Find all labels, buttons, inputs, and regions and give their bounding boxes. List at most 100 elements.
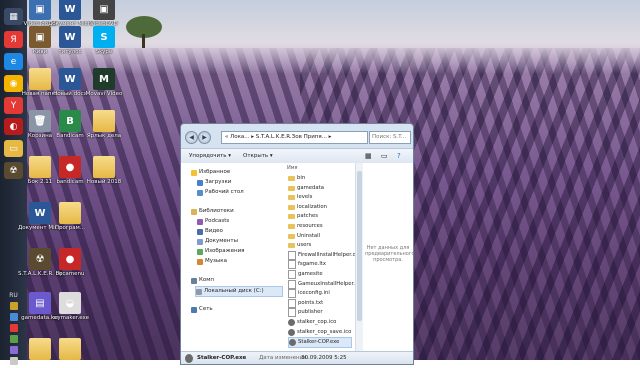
- video-icon: [197, 228, 203, 235]
- navigation-pane: Избранное Загрузки Рабочий стол Библиоте…: [181, 163, 286, 351]
- desktop-icon-2[interactable]: ▣ VideoDVD: [82, 0, 126, 28]
- file-row[interactable]: points.txt: [288, 298, 324, 308]
- nav-computer[interactable]: Комп: [191, 276, 214, 285]
- file-row[interactable]: iceconfig.ini: [288, 289, 330, 299]
- file-list-scrollbar[interactable]: [355, 163, 363, 351]
- file-row[interactable]: Uninstall: [288, 232, 320, 241]
- desktop-icon: [197, 189, 203, 196]
- file-row[interactable]: gamesite: [288, 270, 323, 279]
- folder-icon: [93, 110, 115, 132]
- file-name: FirewallInstallHelper.dll: [298, 251, 359, 258]
- nav-item-label: Podcasts: [205, 218, 230, 224]
- organize-button[interactable]: Упорядочить ▾: [189, 149, 231, 163]
- app-icon: W: [59, 0, 81, 20]
- explorer-app-button[interactable]: ▭: [4, 140, 23, 157]
- file-icon: [288, 308, 296, 318]
- desktop-icon-18[interactable]: ● bocamenu: [48, 248, 92, 278]
- nav-item-podcasts[interactable]: Podcasts: [197, 217, 229, 226]
- nav-item-label: Документы: [205, 238, 238, 244]
- file-row[interactable]: stalker_cop.ico: [288, 318, 336, 327]
- file-name: stalker_cop.ico: [297, 319, 337, 325]
- exe-icon: [289, 339, 296, 347]
- folder-icon: [288, 185, 295, 191]
- address-bar[interactable]: « Лока... ▸ S.T.A.L.K.E.R.Зов Припя... ▸: [221, 131, 368, 144]
- desktop-icon-8[interactable]: M Movavi Video: [82, 68, 126, 98]
- file-name: points.txt: [298, 299, 324, 306]
- file-row[interactable]: stalker_cop_save.ico: [288, 328, 351, 337]
- desktop-icon-label: bocamenu: [55, 271, 85, 277]
- file-row[interactable]: publisher: [288, 308, 323, 318]
- nav-item-local-disk[interactable]: Локальный диск (C:): [195, 286, 283, 297]
- tray-icon[interactable]: [9, 346, 18, 354]
- nav-libraries[interactable]: Библиотеки: [191, 207, 234, 216]
- file-row[interactable]: levels: [288, 193, 312, 202]
- desktop-icon-20[interactable]: ◒ keymaker.exe: [48, 292, 92, 322]
- app-icon: B: [59, 110, 81, 132]
- forward-button[interactable]: ▶: [198, 131, 211, 144]
- file-row[interactable]: users: [288, 241, 311, 250]
- nav-favorites-label: Избранное: [199, 169, 231, 175]
- file-icon: [288, 298, 296, 308]
- file-row[interactable]: gamedata: [288, 184, 324, 193]
- preview-message: Нет данных для предварительного просмотр…: [365, 245, 414, 263]
- open-button[interactable]: Открыть ▾: [243, 149, 273, 163]
- disk-icon: [196, 288, 202, 295]
- file-row[interactable]: Stalker-COP.exe: [288, 337, 352, 349]
- back-button[interactable]: ◀: [185, 131, 198, 144]
- nav-network[interactable]: Сеть: [191, 305, 213, 314]
- column-header-name[interactable]: Имя: [287, 165, 298, 171]
- details-date-value: 30.09.2009 5:25: [301, 355, 347, 361]
- app-icon: M: [93, 68, 115, 90]
- file-row[interactable]: FirewallInstallHelper.dll: [288, 250, 359, 260]
- star-icon: [191, 169, 197, 176]
- file-row[interactable]: bin: [288, 174, 305, 183]
- details-pane: Stalker-COP.exe Дата изменения: 30.09.20…: [181, 351, 413, 364]
- file-icon: [288, 260, 296, 270]
- desktop-icon-5[interactable]: S Skype: [82, 26, 126, 56]
- file-name: gamedata: [297, 184, 324, 191]
- help-icon[interactable]: ?: [397, 149, 401, 163]
- file-row[interactable]: localization: [288, 203, 327, 212]
- desktop-icon-11[interactable]: Ярлык дела: [82, 110, 126, 140]
- desktop-icon-label: Ярлык дела: [86, 133, 122, 139]
- desktop-icon-label: Skype: [95, 49, 113, 55]
- desktop-icon-22[interactable]: [48, 338, 92, 361]
- file-name: Stalker-COP.exe: [298, 339, 340, 346]
- file-row[interactable]: GameuxInstallHelper.dll: [288, 279, 361, 289]
- nav-item-video[interactable]: Видео: [197, 227, 223, 236]
- desktop-icon-14[interactable]: Новый 2018: [82, 156, 126, 186]
- tray-icon[interactable]: [9, 357, 18, 365]
- nav-item-downloads[interactable]: Загрузки: [197, 178, 231, 187]
- tray-icon[interactable]: [9, 313, 18, 321]
- tree-trunk-image: [142, 34, 145, 48]
- documents-icon: [197, 238, 203, 245]
- nav-item-desktop[interactable]: Рабочий стол: [197, 188, 244, 197]
- downloads-icon: [197, 179, 203, 186]
- folder-icon: [59, 338, 81, 360]
- preview-pane-icon[interactable]: ▭: [381, 149, 388, 163]
- nav-item-documents[interactable]: Документы: [197, 237, 238, 246]
- scrollbar-thumb[interactable]: [357, 171, 362, 321]
- nav-item-pictures[interactable]: Изображения: [197, 247, 244, 256]
- nav-item-music[interactable]: Музыка: [197, 257, 227, 266]
- tray-icon[interactable]: [9, 302, 18, 310]
- nav-libraries-label: Библиотеки: [199, 208, 234, 214]
- folder-icon: [288, 195, 295, 201]
- nav-favorites[interactable]: Избранное: [191, 168, 230, 177]
- file-row[interactable]: fsgame.ltx: [288, 260, 326, 270]
- exe-icon: [288, 328, 295, 336]
- file-name: Uninstall: [297, 232, 321, 239]
- view-options-icon[interactable]: ▦: [365, 149, 372, 163]
- file-icon: [288, 289, 296, 299]
- file-row[interactable]: resources: [288, 222, 323, 231]
- search-input[interactable]: Поиск: S.T...: [369, 131, 411, 144]
- tray-icon[interactable]: [9, 335, 18, 343]
- file-icon: [288, 250, 296, 260]
- file-row[interactable]: patches: [288, 212, 318, 221]
- file-name: iceconfig.ini: [298, 290, 330, 297]
- desktop-icon-16[interactable]: Програм...: [48, 202, 92, 232]
- pictures-icon: [197, 248, 203, 255]
- app-icon: ●: [59, 156, 81, 178]
- explorer-window[interactable]: ◀ ▶ « Лока... ▸ S.T.A.L.K.E.R.Зов Припя.…: [180, 123, 414, 365]
- tray-icon[interactable]: [9, 324, 18, 332]
